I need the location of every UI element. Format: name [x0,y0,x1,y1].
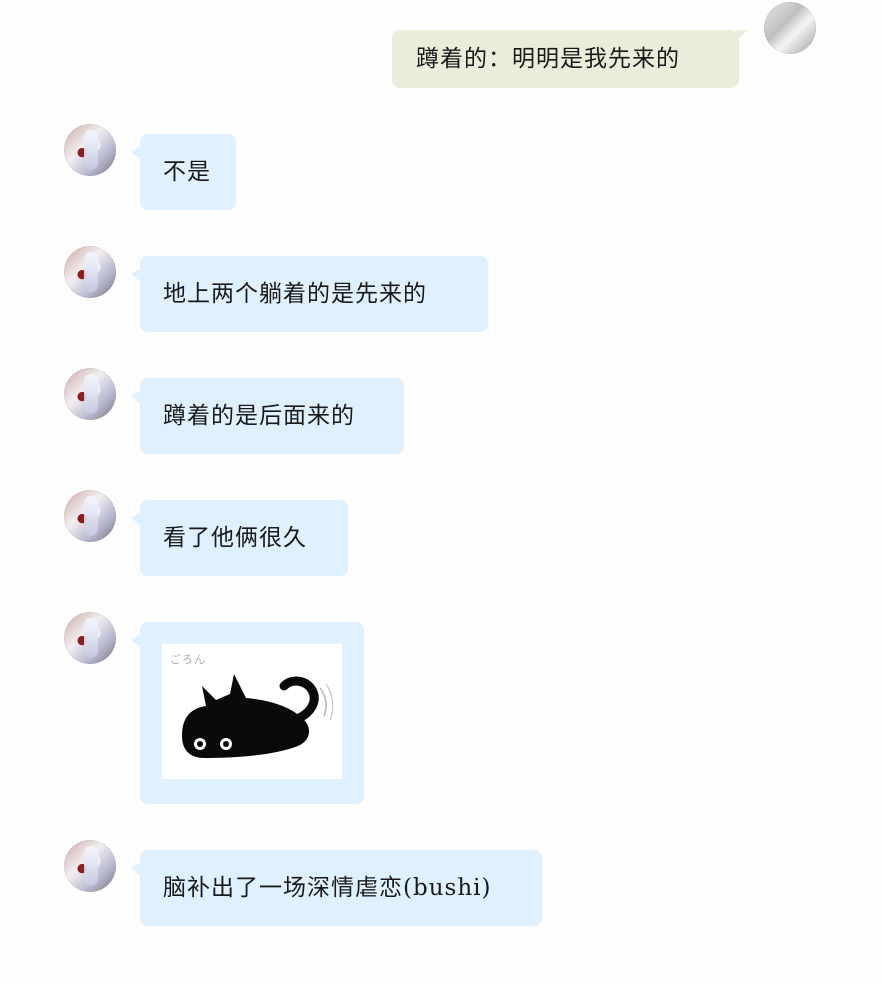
message-text: 不是 [163,158,211,185]
black-cat-sticker[interactable]: ごろん [162,644,342,779]
sticker-bubble[interactable]: ごろん [131,622,364,804]
avatar-other[interactable] [64,490,116,542]
avatar-other[interactable] [64,612,116,664]
message-bubble[interactable]: 不是 [131,134,236,210]
message-text: 蹲着的是后面来的 [163,402,355,429]
message-text: 看了他俩很久 [163,524,307,551]
message-bubble[interactable]: 蹲着的是后面来的 [131,378,404,454]
message-text: 脑补出了一场深情虐恋(bushi) [163,874,492,901]
avatar-other[interactable] [64,840,116,892]
message-text: 地上两个躺着的是先来的 [163,280,427,307]
message-bubble-self[interactable]: 蹲着的：明明是我先来的 [392,30,748,88]
avatar-self[interactable] [764,2,816,54]
sticker-scribble: ごろん [170,653,206,666]
avatar-other[interactable] [64,368,116,420]
avatar-other[interactable] [64,246,116,298]
message-text: 蹲着的：明明是我先来的 [416,45,680,72]
message-bubble[interactable]: 脑补出了一场深情虐恋(bushi) [131,850,542,926]
message-bubble[interactable]: 地上两个躺着的是先来的 [131,256,488,332]
avatar-other[interactable] [64,124,116,176]
message-bubble[interactable]: 看了他俩很久 [131,500,348,576]
